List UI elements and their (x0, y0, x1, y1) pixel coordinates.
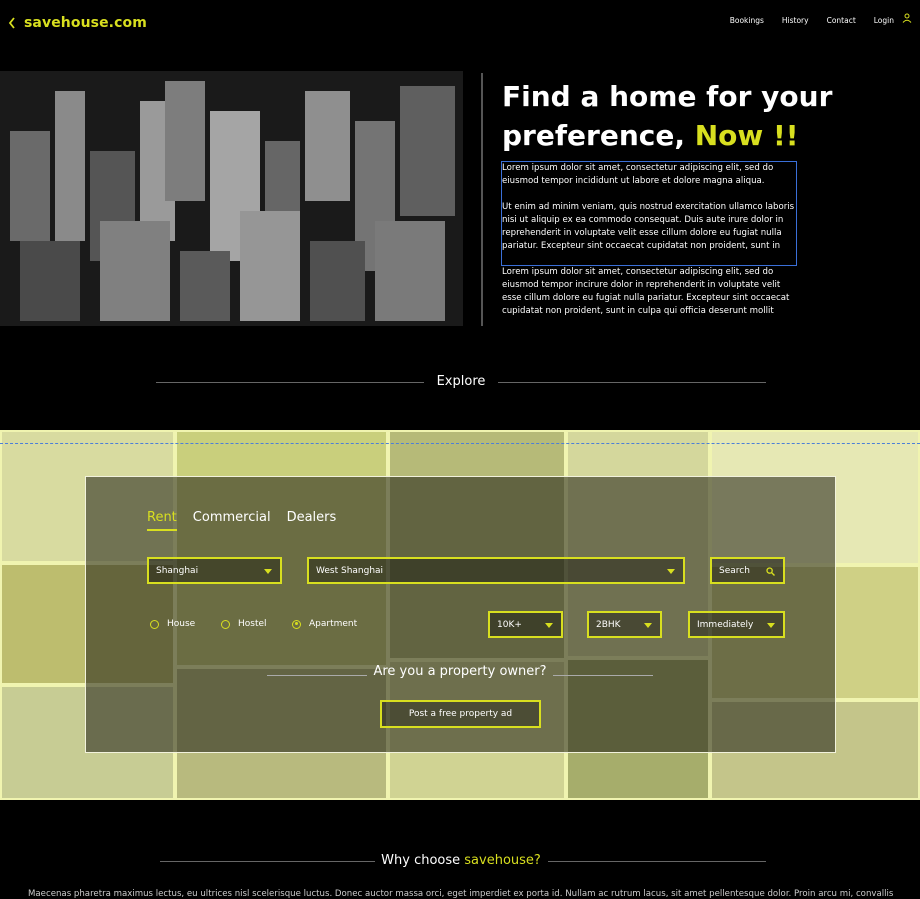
brand[interactable]: savehouse.com (8, 15, 147, 31)
why-heading: Why choose savehouse? (376, 853, 546, 868)
explore-line-right (498, 382, 766, 383)
search-icon (766, 567, 775, 576)
hero-title-highlight: Now !! (694, 119, 799, 152)
search-tabs: Rent Commercial Dealers (147, 510, 336, 531)
nav-bookings[interactable]: Bookings (730, 16, 764, 25)
bhk-select[interactable]: 2BHK (587, 611, 662, 638)
city-select[interactable]: Shanghai (147, 557, 282, 584)
owner-question: Are you a property owner? (373, 664, 547, 679)
budget-select-value: 10K+ (497, 619, 522, 630)
availability-select-value: Immediately (697, 619, 754, 630)
radio-house[interactable]: House (150, 619, 195, 629)
main-nav: Bookings History Contact Login (712, 13, 912, 25)
hero-title: Find a home for your preference, Now !! (502, 77, 902, 155)
why-line-right (548, 861, 766, 862)
user-icon[interactable] (902, 13, 912, 23)
tab-rent[interactable]: Rent (147, 510, 177, 531)
tab-commercial[interactable]: Commercial (193, 510, 271, 531)
post-ad-button[interactable]: Post a free property ad (380, 700, 541, 728)
radio-hostel-label: Hostel (238, 619, 267, 629)
city-skyline-image (0, 71, 463, 326)
caret-down-icon (545, 623, 553, 628)
why-heading-brand: savehouse? (464, 853, 541, 868)
hero-paragraph-2: Ut enim ad minim veniam, quis nostrud ex… (502, 202, 795, 251)
bhk-select-value: 2BHK (596, 619, 621, 630)
why-paragraph: Maecenas pharetra maximus lectus, eu ult… (28, 889, 894, 899)
radio-hostel-indicator[interactable] (221, 619, 230, 629)
locality-select-value: West Shanghai (316, 565, 384, 576)
caret-down-icon (644, 623, 652, 628)
caret-down-icon (667, 569, 675, 574)
why-line-left (160, 861, 375, 862)
radio-apartment[interactable]: Apartment (292, 619, 357, 629)
hero-divider (481, 73, 483, 326)
availability-select[interactable]: Immediately (688, 611, 785, 638)
hero-paragraph-3: Lorem ipsum dolor sit amet, consectetur … (502, 267, 790, 316)
explore-line-left (156, 382, 424, 383)
brand-name[interactable]: savehouse.com (24, 15, 147, 31)
owner-line-right (553, 675, 653, 676)
radio-house-indicator[interactable] (150, 619, 159, 629)
radio-house-label: House (167, 619, 196, 629)
nav-contact[interactable]: Contact (827, 16, 856, 25)
top-bar: savehouse.com Bookings History Contact L… (0, 0, 920, 50)
budget-select[interactable]: 10K+ (488, 611, 563, 638)
nav-history[interactable]: History (782, 16, 809, 25)
caret-down-icon (767, 623, 775, 628)
nav-login[interactable]: Login (874, 16, 894, 25)
radio-hostel[interactable]: Hostel (221, 619, 267, 629)
city-select-value: Shanghai (156, 565, 199, 576)
caret-down-icon (264, 569, 272, 574)
why-heading-prefix: Why choose (381, 853, 461, 868)
radio-apartment-indicator[interactable] (292, 619, 301, 629)
guide-line (0, 443, 920, 444)
explore-heading: Explore (436, 374, 486, 389)
search-button-label: Search (719, 565, 750, 576)
radio-apartment-label: Apartment (309, 619, 358, 629)
chevron-left-icon[interactable] (8, 16, 16, 30)
tab-dealers[interactable]: Dealers (287, 510, 337, 531)
city-skyline-graphic (0, 71, 463, 326)
hero-paragraph-1: Lorem ipsum dolor sit amet, consectetur … (502, 163, 774, 186)
search-button[interactable]: Search (710, 557, 785, 584)
locality-select[interactable]: West Shanghai (307, 557, 685, 584)
